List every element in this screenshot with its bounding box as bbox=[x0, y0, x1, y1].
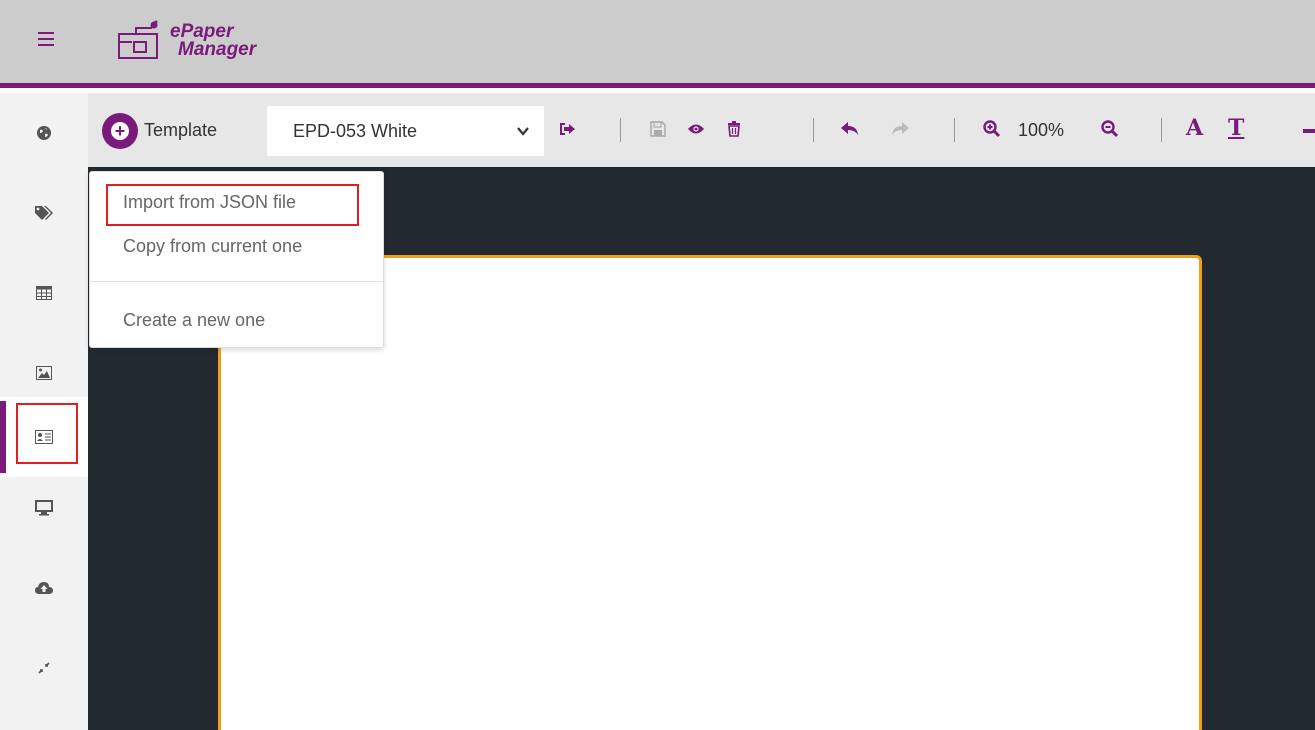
app-logo: ePaper Manager bbox=[116, 20, 256, 62]
preview-button[interactable] bbox=[686, 119, 706, 139]
chevron-down-icon bbox=[517, 127, 529, 136]
toolbar-separator bbox=[954, 118, 955, 142]
sign-out-icon bbox=[560, 123, 575, 135]
app-window: ePaper Manager + Template EPD-053 White … bbox=[0, 0, 1315, 730]
logo-text-line2: Manager bbox=[178, 39, 257, 60]
redo-button[interactable] bbox=[890, 119, 910, 139]
add-template-button[interactable]: + bbox=[102, 113, 138, 149]
globe-icon bbox=[37, 126, 51, 140]
text-button[interactable]: T bbox=[1228, 115, 1244, 141]
zoom-level: 100% bbox=[1018, 120, 1065, 140]
menu-toggle-icon[interactable] bbox=[38, 32, 54, 46]
template-select-value: EPD-053 White bbox=[293, 120, 418, 141]
monitor-icon bbox=[35, 500, 53, 516]
cloud-upload-icon bbox=[35, 582, 53, 594]
redo-icon bbox=[892, 122, 909, 135]
menu-item-copy-current[interactable]: Copy from current one bbox=[123, 236, 302, 257]
sidebar-item-table[interactable] bbox=[0, 253, 88, 333]
menu-item-import-json[interactable]: Import from JSON file bbox=[123, 192, 296, 213]
image-icon bbox=[36, 366, 52, 380]
highlight-box bbox=[16, 403, 78, 464]
table-icon bbox=[36, 286, 52, 300]
undo-button[interactable] bbox=[840, 119, 860, 139]
toolbar-separator bbox=[813, 118, 814, 142]
save-button[interactable] bbox=[648, 119, 668, 139]
font-button[interactable]: A bbox=[1186, 115, 1203, 141]
sidebar-item-tags[interactable] bbox=[0, 173, 88, 253]
logo-icon bbox=[118, 20, 158, 59]
sidebar-item-compress[interactable] bbox=[0, 628, 88, 708]
delete-button[interactable] bbox=[724, 119, 744, 139]
undo-icon bbox=[841, 122, 858, 135]
menu-item-create-new[interactable]: Create a new one bbox=[123, 310, 265, 331]
toolbar: + Template EPD-053 White 100% A T bbox=[88, 93, 1315, 167]
line-tool-button[interactable] bbox=[1303, 129, 1315, 133]
save-icon bbox=[650, 121, 666, 137]
template-label[interactable]: Template bbox=[144, 120, 217, 141]
zoom-out-icon bbox=[1101, 120, 1119, 138]
zoom-in-icon bbox=[983, 120, 1001, 138]
trash-icon bbox=[728, 121, 740, 137]
top-header: ePaper Manager bbox=[0, 0, 1315, 88]
sidebar-item-display[interactable] bbox=[0, 468, 88, 548]
compress-icon bbox=[38, 662, 50, 674]
zoom-in-button[interactable] bbox=[982, 119, 1002, 139]
template-select[interactable]: EPD-053 White bbox=[267, 106, 544, 156]
add-template-menu: Import from JSON file Copy from current … bbox=[89, 171, 384, 348]
menu-divider bbox=[90, 281, 383, 282]
tags-icon bbox=[35, 206, 53, 220]
sidebar-item-upload[interactable] bbox=[0, 548, 88, 628]
sidebar bbox=[0, 93, 88, 730]
apply-template-button[interactable] bbox=[558, 119, 578, 139]
plus-icon: + bbox=[111, 122, 129, 140]
eye-icon bbox=[688, 124, 704, 134]
sidebar-item-globe[interactable] bbox=[0, 93, 88, 173]
logo-text: ePaper Manager bbox=[170, 22, 257, 60]
toolbar-separator bbox=[1161, 118, 1162, 142]
sidebar-item-templates[interactable] bbox=[0, 397, 88, 477]
zoom-out-button[interactable] bbox=[1100, 119, 1120, 139]
toolbar-separator bbox=[620, 118, 621, 142]
